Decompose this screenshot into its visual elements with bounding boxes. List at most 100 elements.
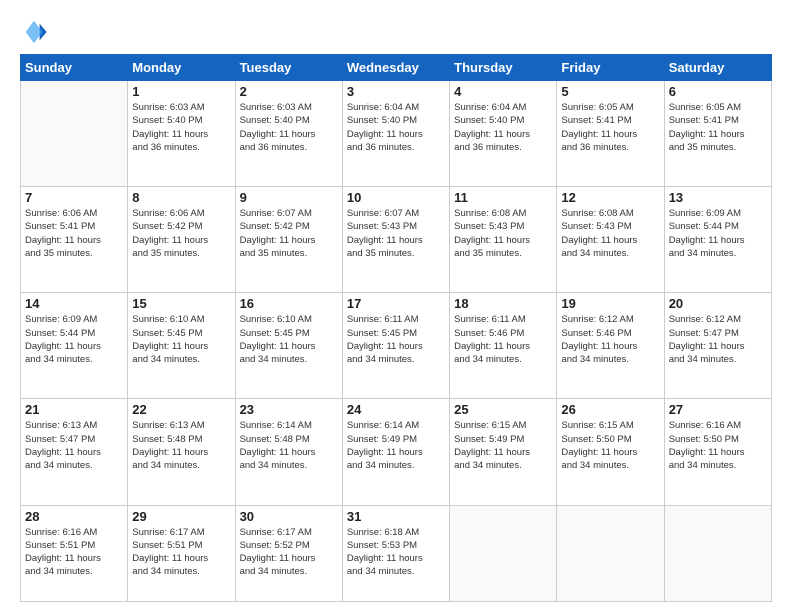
- calendar-cell: 26 Sunrise: 6:15 AM Sunset: 5:50 PM Dayli…: [557, 399, 664, 505]
- calendar-cell: 8 Sunrise: 6:06 AM Sunset: 5:42 PM Daylig…: [128, 187, 235, 293]
- day-number: 25: [454, 402, 552, 417]
- day-info: Sunrise: 6:09 AM Sunset: 5:44 PM Dayligh…: [25, 313, 123, 366]
- day-number: 29: [132, 509, 230, 524]
- day-info: Sunrise: 6:16 AM Sunset: 5:50 PM Dayligh…: [669, 419, 767, 472]
- logo-icon: [20, 18, 48, 46]
- day-info: Sunrise: 6:11 AM Sunset: 5:45 PM Dayligh…: [347, 313, 445, 366]
- day-number: 22: [132, 402, 230, 417]
- calendar-cell: 28 Sunrise: 6:16 AM Sunset: 5:51 PM Dayli…: [21, 505, 128, 601]
- day-number: 7: [25, 190, 123, 205]
- day-number: 28: [25, 509, 123, 524]
- calendar-cell: 12 Sunrise: 6:08 AM Sunset: 5:43 PM Dayli…: [557, 187, 664, 293]
- day-info: Sunrise: 6:12 AM Sunset: 5:47 PM Dayligh…: [669, 313, 767, 366]
- weekday-header-friday: Friday: [557, 55, 664, 81]
- day-info: Sunrise: 6:12 AM Sunset: 5:46 PM Dayligh…: [561, 313, 659, 366]
- week-row-1: 1 Sunrise: 6:03 AM Sunset: 5:40 PM Daylig…: [21, 81, 772, 187]
- day-number: 19: [561, 296, 659, 311]
- calendar-cell: 14 Sunrise: 6:09 AM Sunset: 5:44 PM Dayli…: [21, 293, 128, 399]
- weekday-header-saturday: Saturday: [664, 55, 771, 81]
- day-number: 30: [240, 509, 338, 524]
- day-number: 5: [561, 84, 659, 99]
- day-number: 15: [132, 296, 230, 311]
- calendar-cell: 11 Sunrise: 6:08 AM Sunset: 5:43 PM Dayli…: [450, 187, 557, 293]
- calendar-cell: 25 Sunrise: 6:15 AM Sunset: 5:49 PM Dayli…: [450, 399, 557, 505]
- day-number: 2: [240, 84, 338, 99]
- calendar-cell: 13Sunrise: 6:09 AM Sunset: 5:44 PM Dayli…: [664, 187, 771, 293]
- day-number: 26: [561, 402, 659, 417]
- day-number: 17: [347, 296, 445, 311]
- calendar-cell: 16Sunrise: 6:10 AM Sunset: 5:45 PM Dayli…: [235, 293, 342, 399]
- day-number: 1: [132, 84, 230, 99]
- day-number: 14: [25, 296, 123, 311]
- calendar-cell: 21 Sunrise: 6:13 AM Sunset: 5:47 PM Dayli…: [21, 399, 128, 505]
- day-number: 8: [132, 190, 230, 205]
- day-info: Sunrise: 6:05 AM Sunset: 5:41 PM Dayligh…: [669, 101, 767, 154]
- day-info: Sunrise: 6:06 AM Sunset: 5:42 PM Dayligh…: [132, 207, 230, 260]
- calendar-cell: 2 Sunrise: 6:03 AM Sunset: 5:40 PM Daylig…: [235, 81, 342, 187]
- day-number: 3: [347, 84, 445, 99]
- calendar-cell: 18Sunrise: 6:11 AM Sunset: 5:46 PM Dayli…: [450, 293, 557, 399]
- week-row-5: 28 Sunrise: 6:16 AM Sunset: 5:51 PM Dayli…: [21, 505, 772, 601]
- day-number: 12: [561, 190, 659, 205]
- calendar-table: SundayMondayTuesdayWednesdayThursdayFrid…: [20, 54, 772, 602]
- day-info: Sunrise: 6:05 AM Sunset: 5:41 PM Dayligh…: [561, 101, 659, 154]
- calendar-cell: 3Sunrise: 6:04 AM Sunset: 5:40 PM Daylig…: [342, 81, 449, 187]
- calendar-cell: 19 Sunrise: 6:12 AM Sunset: 5:46 PM Dayli…: [557, 293, 664, 399]
- header: [20, 18, 772, 46]
- calendar-cell: 17 Sunrise: 6:11 AM Sunset: 5:45 PM Dayli…: [342, 293, 449, 399]
- day-info: Sunrise: 6:16 AM Sunset: 5:51 PM Dayligh…: [25, 526, 123, 579]
- day-number: 11: [454, 190, 552, 205]
- day-number: 31: [347, 509, 445, 524]
- day-info: Sunrise: 6:17 AM Sunset: 5:52 PM Dayligh…: [240, 526, 338, 579]
- day-number: 21: [25, 402, 123, 417]
- week-row-3: 14 Sunrise: 6:09 AM Sunset: 5:44 PM Dayli…: [21, 293, 772, 399]
- day-number: 4: [454, 84, 552, 99]
- day-info: Sunrise: 6:08 AM Sunset: 5:43 PM Dayligh…: [561, 207, 659, 260]
- calendar-cell: [557, 505, 664, 601]
- day-info: Sunrise: 6:03 AM Sunset: 5:40 PM Dayligh…: [132, 101, 230, 154]
- day-info: Sunrise: 6:17 AM Sunset: 5:51 PM Dayligh…: [132, 526, 230, 579]
- weekday-header-sunday: Sunday: [21, 55, 128, 81]
- calendar-cell: 6 Sunrise: 6:05 AM Sunset: 5:41 PM Daylig…: [664, 81, 771, 187]
- calendar-cell: 9Sunrise: 6:07 AM Sunset: 5:42 PM Daylig…: [235, 187, 342, 293]
- page: SundayMondayTuesdayWednesdayThursdayFrid…: [0, 0, 792, 612]
- day-number: 18: [454, 296, 552, 311]
- calendar-cell: 31Sunrise: 6:18 AM Sunset: 5:53 PM Dayli…: [342, 505, 449, 601]
- day-info: Sunrise: 6:04 AM Sunset: 5:40 PM Dayligh…: [454, 101, 552, 154]
- day-number: 6: [669, 84, 767, 99]
- day-info: Sunrise: 6:08 AM Sunset: 5:43 PM Dayligh…: [454, 207, 552, 260]
- day-number: 20: [669, 296, 767, 311]
- calendar-cell: 29 Sunrise: 6:17 AM Sunset: 5:51 PM Dayli…: [128, 505, 235, 601]
- day-info: Sunrise: 6:07 AM Sunset: 5:42 PM Dayligh…: [240, 207, 338, 260]
- calendar-cell: [21, 81, 128, 187]
- day-info: Sunrise: 6:14 AM Sunset: 5:49 PM Dayligh…: [347, 419, 445, 472]
- day-info: Sunrise: 6:06 AM Sunset: 5:41 PM Dayligh…: [25, 207, 123, 260]
- logo: [20, 18, 52, 46]
- calendar-cell: 4 Sunrise: 6:04 AM Sunset: 5:40 PM Daylig…: [450, 81, 557, 187]
- calendar-cell: 23 Sunrise: 6:14 AM Sunset: 5:48 PM Dayli…: [235, 399, 342, 505]
- day-info: Sunrise: 6:14 AM Sunset: 5:48 PM Dayligh…: [240, 419, 338, 472]
- day-number: 24: [347, 402, 445, 417]
- calendar-cell: 7 Sunrise: 6:06 AM Sunset: 5:41 PM Daylig…: [21, 187, 128, 293]
- calendar-cell: 5 Sunrise: 6:05 AM Sunset: 5:41 PM Daylig…: [557, 81, 664, 187]
- weekday-header-tuesday: Tuesday: [235, 55, 342, 81]
- weekday-header-wednesday: Wednesday: [342, 55, 449, 81]
- day-info: Sunrise: 6:10 AM Sunset: 5:45 PM Dayligh…: [240, 313, 338, 366]
- day-info: Sunrise: 6:15 AM Sunset: 5:49 PM Dayligh…: [454, 419, 552, 472]
- calendar-cell: 10 Sunrise: 6:07 AM Sunset: 5:43 PM Dayli…: [342, 187, 449, 293]
- weekday-header-row: SundayMondayTuesdayWednesdayThursdayFrid…: [21, 55, 772, 81]
- calendar-cell: [450, 505, 557, 601]
- day-number: 10: [347, 190, 445, 205]
- calendar-cell: 1 Sunrise: 6:03 AM Sunset: 5:40 PM Daylig…: [128, 81, 235, 187]
- week-row-2: 7 Sunrise: 6:06 AM Sunset: 5:41 PM Daylig…: [21, 187, 772, 293]
- weekday-header-thursday: Thursday: [450, 55, 557, 81]
- day-info: Sunrise: 6:13 AM Sunset: 5:47 PM Dayligh…: [25, 419, 123, 472]
- day-info: Sunrise: 6:07 AM Sunset: 5:43 PM Dayligh…: [347, 207, 445, 260]
- weekday-header-monday: Monday: [128, 55, 235, 81]
- day-info: Sunrise: 6:15 AM Sunset: 5:50 PM Dayligh…: [561, 419, 659, 472]
- calendar-cell: [664, 505, 771, 601]
- day-info: Sunrise: 6:10 AM Sunset: 5:45 PM Dayligh…: [132, 313, 230, 366]
- day-info: Sunrise: 6:03 AM Sunset: 5:40 PM Dayligh…: [240, 101, 338, 154]
- day-number: 23: [240, 402, 338, 417]
- calendar-cell: 15 Sunrise: 6:10 AM Sunset: 5:45 PM Dayli…: [128, 293, 235, 399]
